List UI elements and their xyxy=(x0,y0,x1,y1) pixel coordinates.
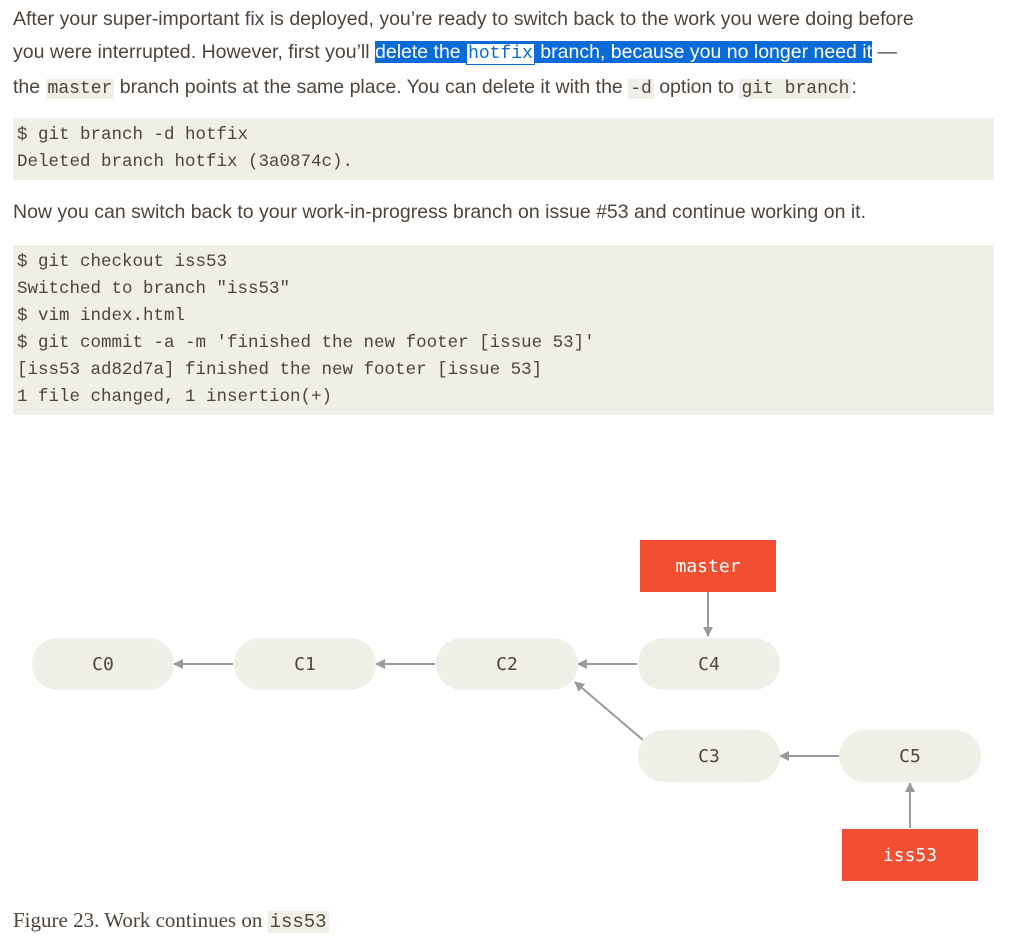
master-inline-code: master xyxy=(45,79,115,99)
intro-line-3-b: branch points at the same place. You can… xyxy=(114,76,629,98)
branch-label: iss53 xyxy=(883,845,937,866)
code-block-checkout-commit: $ git checkout iss53 Switched to branch "… xyxy=(13,245,994,415)
commit-label: C4 xyxy=(698,654,720,675)
selected-text-part-a: delete the xyxy=(375,41,467,63)
arrow-c3-to-c2 xyxy=(574,681,644,741)
code-block-delete-branch: $ git branch -d hotfix Deleted branch hot… xyxy=(13,118,994,180)
commit-label: C2 xyxy=(496,654,518,675)
intro-line-3-a: the xyxy=(13,76,46,98)
figure-caption: Figure 23. Work continues on iss53 xyxy=(13,908,329,933)
d-option-inline-code: -d xyxy=(628,79,654,99)
commit-c5: C5 xyxy=(839,730,981,782)
commit-label: C5 xyxy=(899,746,921,767)
commit-label: C0 xyxy=(92,654,114,675)
branch-master: master xyxy=(640,540,776,592)
intro-line-2-start: you were interrupted. However, first you… xyxy=(13,41,375,63)
intro-line-1: After your super-important fix is deploy… xyxy=(13,8,914,30)
branch-iss53: iss53 xyxy=(842,829,978,881)
code-line: $ vim index.html xyxy=(17,306,186,326)
code-line: $ git branch -d hotfix xyxy=(17,125,249,145)
intro-line-3-d: : xyxy=(851,76,857,98)
middle-paragraph: Now you can switch back to your work-in-… xyxy=(13,201,867,223)
intro-paragraph: After your super-important fix is deploy… xyxy=(13,3,1003,106)
git-branch-inline-code: git branch xyxy=(739,79,852,99)
commit-c0: C0 xyxy=(32,638,174,690)
commit-graph-diagram: C0 C1 C2 C4 C3 C5 master iss53 xyxy=(32,540,981,881)
commit-c1: C1 xyxy=(234,638,376,690)
caption-code: iss53 xyxy=(267,911,329,933)
commit-label: C1 xyxy=(294,654,316,675)
commit-c4: C4 xyxy=(638,638,780,690)
intro-line-3-c: option to xyxy=(653,76,740,98)
selected-text: delete the hotfix branch, because you no… xyxy=(375,41,873,65)
commit-c3: C3 xyxy=(638,730,780,782)
commit-label: C3 xyxy=(698,746,720,767)
commit-c2: C2 xyxy=(436,638,578,690)
code-line: [iss53 ad82d7a] finished the new footer … xyxy=(17,360,543,380)
caption-text: Figure 23. Work continues on xyxy=(13,908,268,932)
code-line: $ git checkout iss53 xyxy=(17,252,228,272)
code-line: Deleted branch hotfix (3a0874c). xyxy=(17,152,354,172)
branch-label: master xyxy=(675,556,740,577)
selected-text-part-b: branch, because you no longer need it xyxy=(534,41,873,63)
hotfix-inline-code: hotfix xyxy=(466,43,535,65)
code-line: $ git commit -a -m 'finished the new foo… xyxy=(17,333,595,353)
code-line: 1 file changed, 1 insertion(+) xyxy=(17,387,333,407)
code-line: Switched to branch "iss53" xyxy=(17,279,291,299)
intro-line-2-end: — xyxy=(872,41,897,63)
